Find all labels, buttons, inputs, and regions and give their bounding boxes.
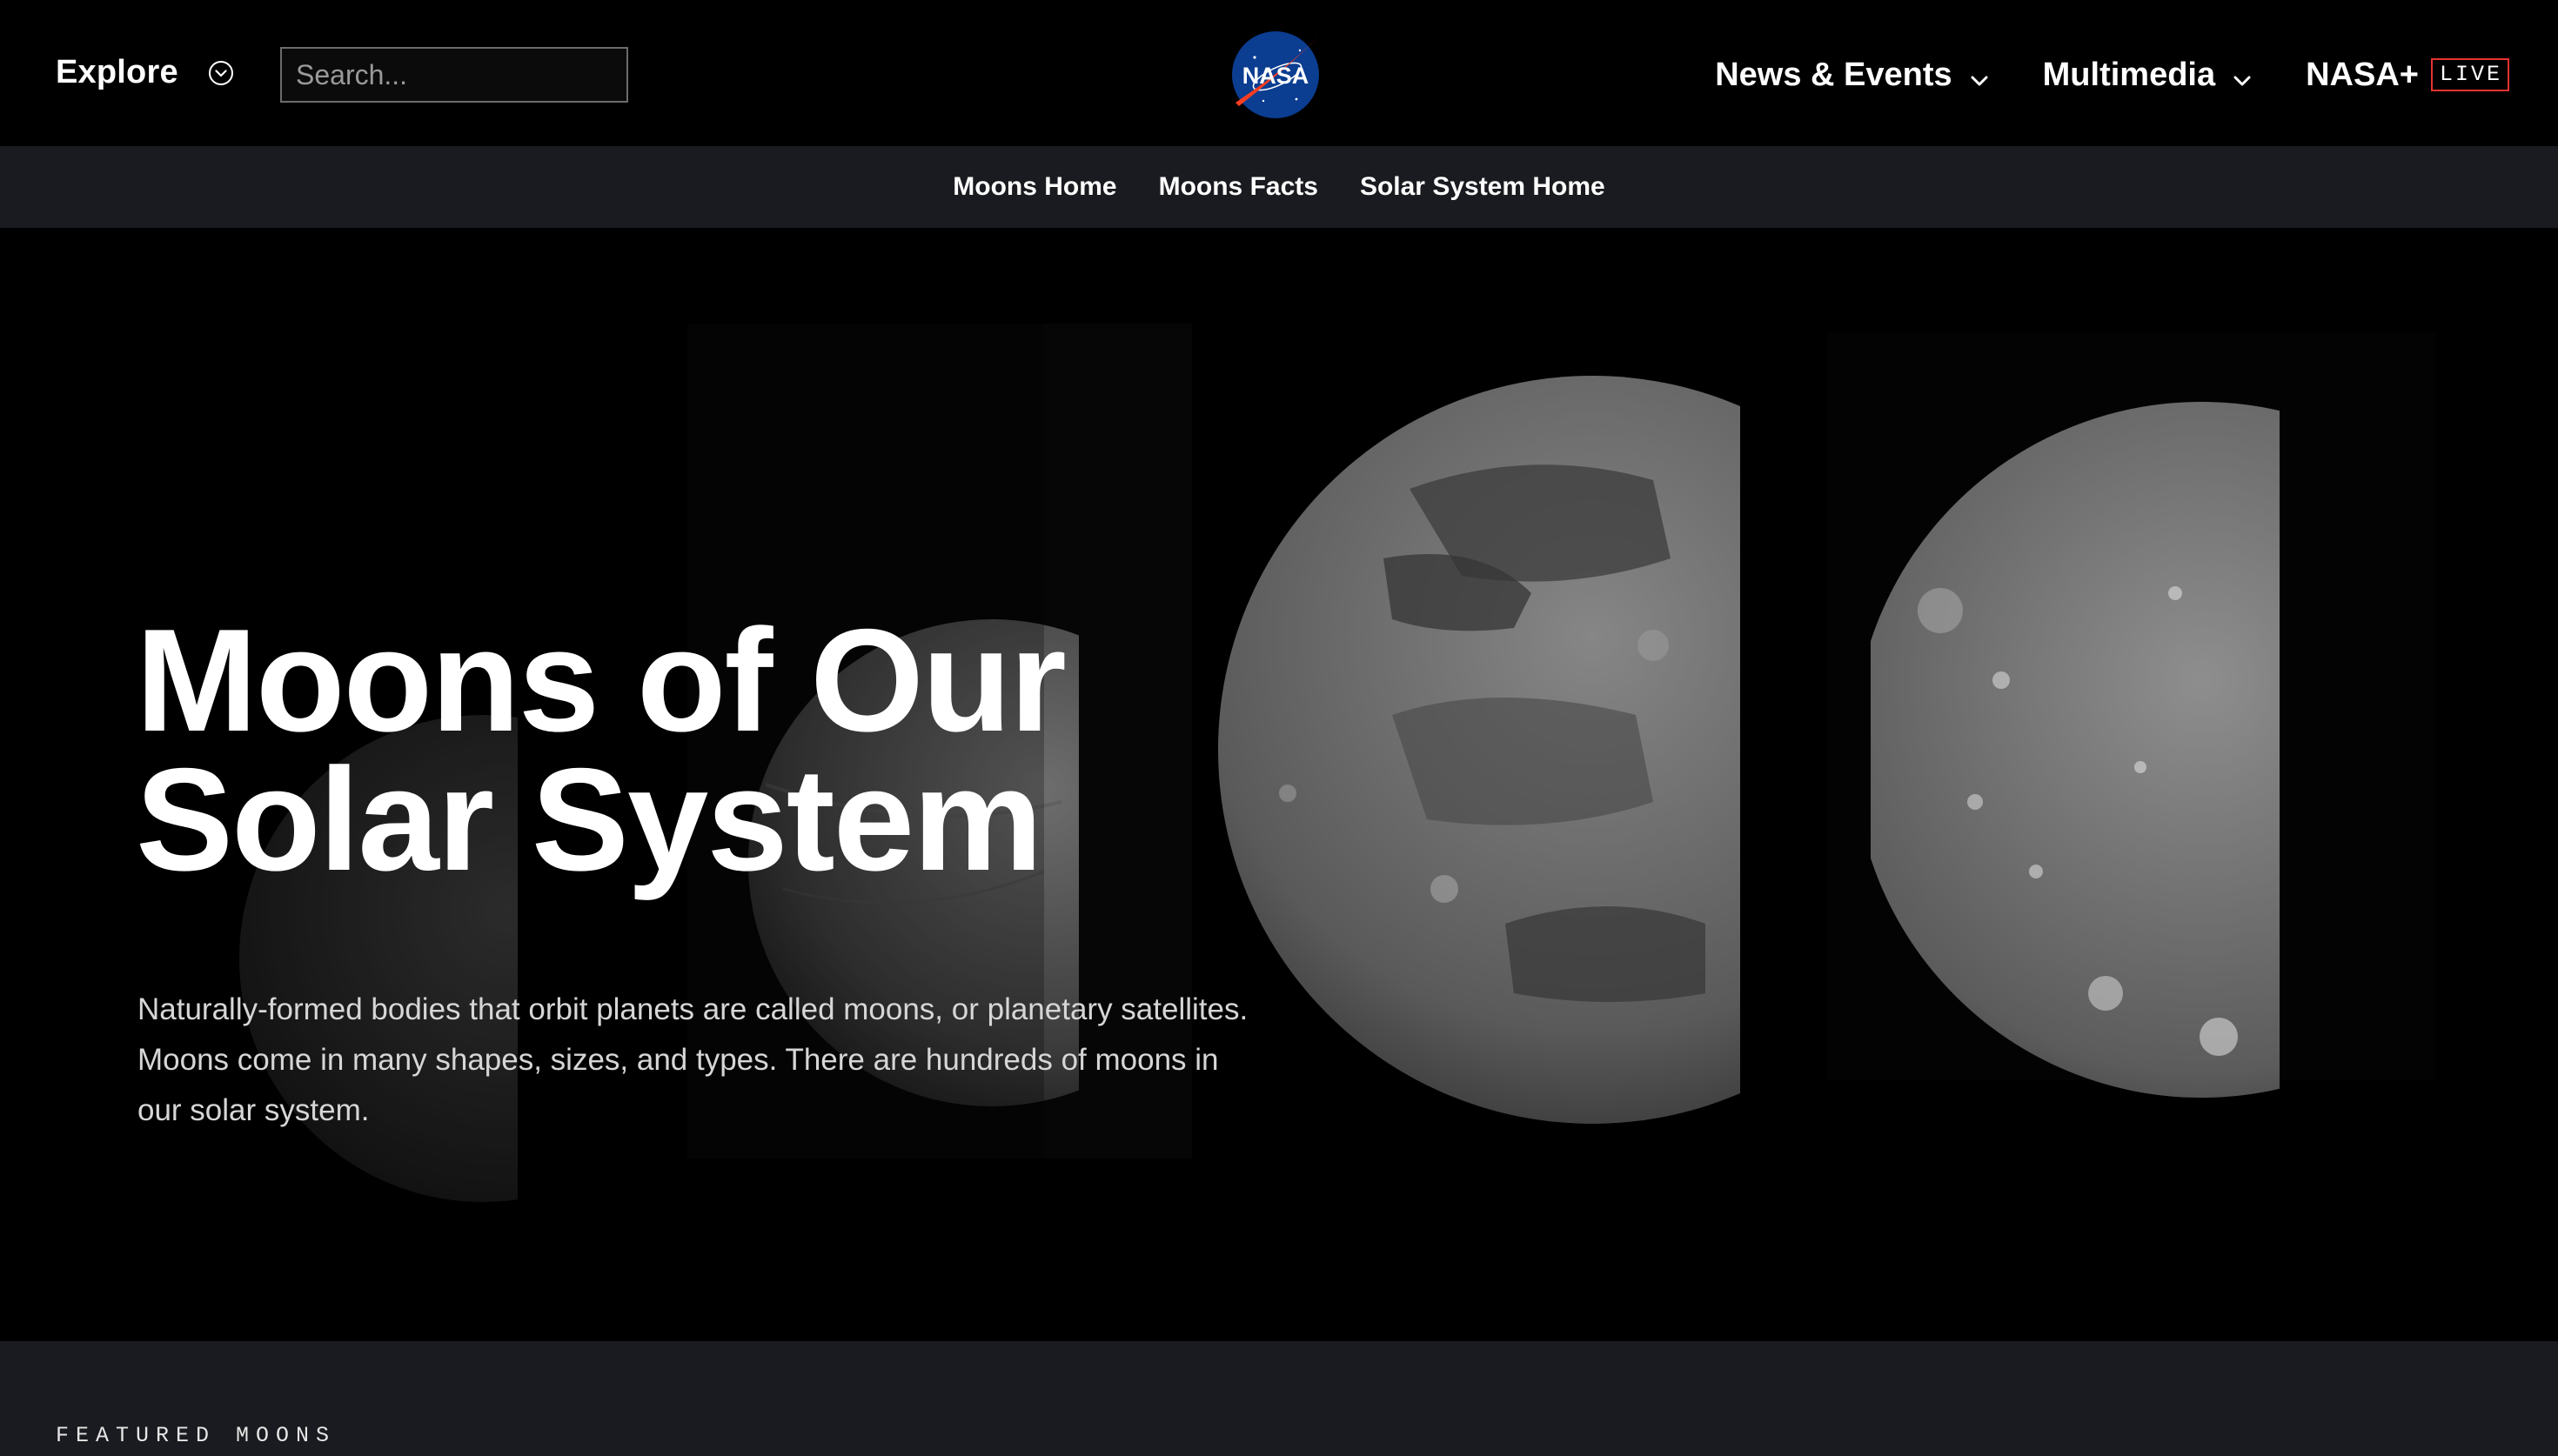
explore-menu-button[interactable]: Explore — [56, 54, 234, 91]
page-title: Moons of Our Solar System — [136, 607, 1354, 892]
hero-section: Moons of Our Solar System Naturally-form… — [0, 228, 2558, 1341]
featured-moons-label: FEATURED MOONS — [56, 1423, 337, 1448]
nasa-logo[interactable]: NASA — [1229, 23, 1329, 124]
nav-news-events-label: News & Events — [1715, 56, 1952, 93]
chevron-down-icon — [1968, 63, 1991, 86]
explore-label: Explore — [56, 54, 178, 90]
subnav-moons-facts[interactable]: Moons Facts — [1159, 172, 1318, 202]
nav-multimedia-label: Multimedia — [2042, 56, 2216, 93]
secondary-nav: Moons Home Moons Facts Solar System Home — [0, 146, 2558, 228]
nav-nasa-plus[interactable]: NASA+ LIVE — [2306, 57, 2509, 94]
nasa-logo-text: NASA — [1242, 63, 1309, 89]
nav-news-events[interactable]: News & Events — [1715, 57, 1990, 94]
site-header: Explore NASA News & Events — [0, 0, 2558, 146]
main-nav: News & Events Multimedia NASA+ LIVE — [1663, 49, 2509, 101]
subnav-moons-home[interactable]: Moons Home — [953, 172, 1116, 202]
chevron-down-icon — [2231, 63, 2253, 86]
hero-description: Naturally-formed bodies that orbit plane… — [137, 992, 1249, 1127]
subnav-solar-system-home[interactable]: Solar System Home — [1360, 172, 1605, 202]
page-title-line2: Solar System — [136, 738, 1043, 901]
search-input[interactable] — [280, 47, 628, 103]
nav-nasa-plus-label: NASA+ — [2306, 56, 2419, 93]
live-badge: LIVE — [2430, 58, 2509, 91]
chevron-circle-down-icon — [208, 60, 234, 86]
featured-moons-section: FEATURED MOONS — [0, 1341, 2558, 1456]
nav-multimedia[interactable]: Multimedia — [2043, 57, 2253, 94]
